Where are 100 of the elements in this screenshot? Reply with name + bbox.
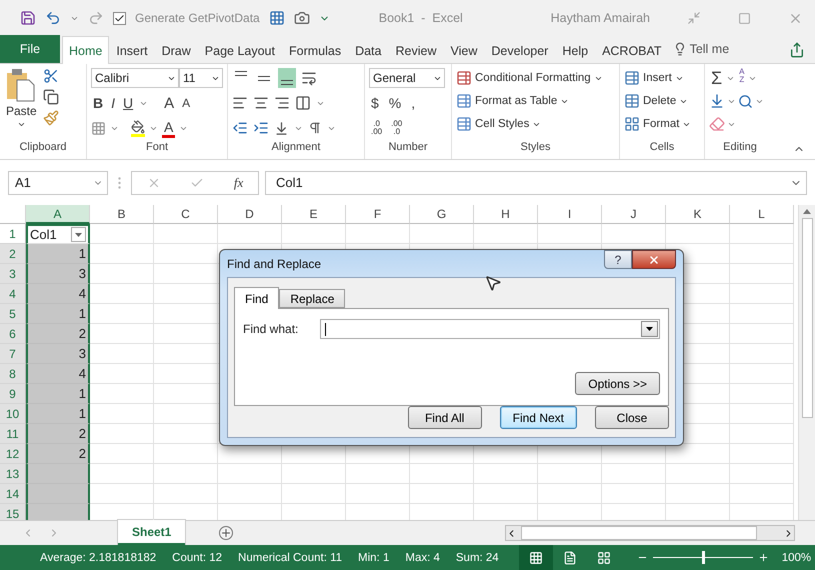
row-header[interactable]: 14 — [0, 484, 26, 504]
view-button[interactable] — [518, 545, 553, 570]
file-tab[interactable]: File — [0, 35, 60, 63]
font-size-field[interactable]: 11 — [179, 68, 223, 88]
zoom-level[interactable]: 100% — [782, 552, 812, 564]
number-format-field[interactable]: General — [369, 68, 445, 88]
tell-me-search[interactable]: Tell me — [668, 35, 734, 63]
styles-button[interactable]: Cell Styles — [456, 114, 603, 134]
orientation-icon[interactable] — [274, 120, 289, 136]
cells-button[interactable]: Delete — [624, 91, 692, 111]
column-header[interactable]: H — [474, 205, 538, 224]
fill-color-icon[interactable] — [131, 120, 145, 136]
dialog-tab[interactable]: Replace — [279, 289, 346, 308]
cut-icon[interactable] — [42, 68, 59, 84]
align-icon[interactable] — [253, 95, 269, 111]
column-header[interactable]: F — [346, 205, 410, 224]
formula-input[interactable]: Col1 — [265, 170, 807, 194]
column-header[interactable]: J — [602, 205, 666, 224]
decimal-button[interactable]: .0 .00 — [369, 120, 384, 136]
eraser-icon[interactable] — [709, 116, 725, 132]
scroll-thumb[interactable] — [802, 218, 812, 418]
column-header[interactable]: G — [410, 205, 474, 224]
font-name-field[interactable]: Calibri — [91, 68, 179, 88]
search-icon[interactable] — [738, 94, 753, 108]
cells-button[interactable]: Format — [624, 114, 692, 134]
zoom-in-icon[interactable] — [758, 552, 769, 563]
find-what-field[interactable] — [320, 319, 660, 339]
sort-filter-button[interactable]: A Z — [737, 68, 746, 88]
help-button[interactable]: ? — [604, 250, 632, 269]
column-header[interactable]: L — [730, 205, 794, 224]
dialog-button[interactable]: Find All — [408, 406, 482, 429]
ribbon-tab[interactable]: Draw — [154, 36, 198, 64]
paragraph-icon[interactable] — [308, 121, 322, 135]
decimal-button[interactable]: .00 .0 — [389, 120, 404, 136]
column-header[interactable]: I — [538, 205, 602, 224]
dropdown-button[interactable] — [641, 321, 658, 337]
dialog-button[interactable]: Find Next — [500, 406, 577, 429]
row-header[interactable]: 11 — [0, 424, 26, 444]
ribbon-tab[interactable]: Help — [555, 36, 596, 64]
vertical-align-button[interactable] — [278, 68, 296, 88]
row-header[interactable]: 5 — [0, 304, 26, 324]
ribbon-tab[interactable]: Page Layout — [198, 36, 282, 64]
borders-icon[interactable] — [91, 120, 106, 136]
copy-icon[interactable] — [42, 89, 59, 105]
generate-pivot-checkbox[interactable] — [113, 12, 126, 24]
ribbon-tab[interactable]: View — [443, 36, 484, 64]
cells-button[interactable]: Insert — [624, 68, 692, 88]
row-header[interactable]: 7 — [0, 344, 26, 364]
font-style-button[interactable]: U — [121, 93, 136, 113]
font-style-button[interactable]: B — [91, 93, 106, 113]
ribbon-tab[interactable]: Developer — [484, 36, 556, 64]
number-format-button[interactable]: , — [409, 93, 418, 113]
horizontal-scrollbar[interactable] — [505, 525, 795, 541]
number-format-button[interactable]: $ — [369, 93, 381, 113]
merge-icon[interactable] — [295, 95, 311, 111]
increase-indent-icon[interactable] — [253, 120, 269, 136]
ribbon-tab[interactable]: Formulas — [282, 36, 348, 64]
paste-button[interactable]: Paste — [4, 68, 39, 141]
align-icon[interactable] — [274, 95, 290, 111]
row-header[interactable]: 13 — [0, 464, 26, 484]
camera-icon[interactable] — [294, 10, 310, 26]
format-painter-icon[interactable] — [42, 110, 59, 126]
filter-button[interactable] — [71, 227, 86, 242]
decrease-indent-icon[interactable] — [232, 120, 248, 136]
dialog-button[interactable]: Close — [595, 406, 669, 429]
column-header[interactable]: E — [282, 205, 346, 224]
options-button[interactable]: Options >> — [575, 372, 660, 395]
column-header[interactable]: A — [26, 205, 90, 224]
table-icon[interactable] — [268, 10, 285, 26]
styles-button[interactable]: Format as Table — [456, 91, 603, 111]
share-icon[interactable] — [789, 42, 805, 58]
column-header[interactable]: D — [218, 205, 282, 224]
styles-button[interactable]: Conditional Formatting — [456, 68, 603, 88]
sheet-tab[interactable]: Sheet1 — [118, 520, 186, 545]
wrap-text-icon[interactable] — [301, 70, 317, 86]
scroll-thumb[interactable] — [521, 526, 757, 540]
column-header[interactable]: C — [154, 205, 218, 224]
ribbon-tab[interactable]: Data — [348, 36, 388, 64]
row-header[interactable]: 10 — [0, 404, 26, 424]
row-header[interactable]: 15 — [0, 504, 26, 520]
fill-down-icon[interactable] — [709, 93, 725, 109]
align-icon[interactable] — [232, 95, 248, 111]
row-header[interactable]: 4 — [0, 284, 26, 304]
grow-font-button[interactable]: A — [162, 93, 176, 113]
save-icon[interactable] — [20, 10, 36, 26]
font-color-button[interactable]: A — [162, 118, 176, 138]
row-header[interactable]: 9 — [0, 384, 26, 404]
column-header[interactable]: B — [90, 205, 154, 224]
row-header[interactable]: 3 — [0, 264, 26, 284]
insert-function-button[interactable]: fx — [234, 174, 244, 190]
shrink-font-button[interactable]: A — [180, 93, 192, 113]
undo-icon[interactable] — [45, 10, 61, 26]
add-sheet-icon[interactable] — [220, 527, 232, 539]
ribbon-tab[interactable]: Insert — [109, 36, 155, 64]
ribbon-tab[interactable]: Review — [388, 36, 444, 64]
row-header[interactable]: 1 — [0, 224, 26, 244]
font-style-button[interactable]: I — [109, 93, 118, 113]
vertical-scrollbar[interactable] — [798, 205, 815, 520]
row-header[interactable]: 12 — [0, 444, 26, 464]
number-format-button[interactable]: % — [386, 93, 404, 113]
